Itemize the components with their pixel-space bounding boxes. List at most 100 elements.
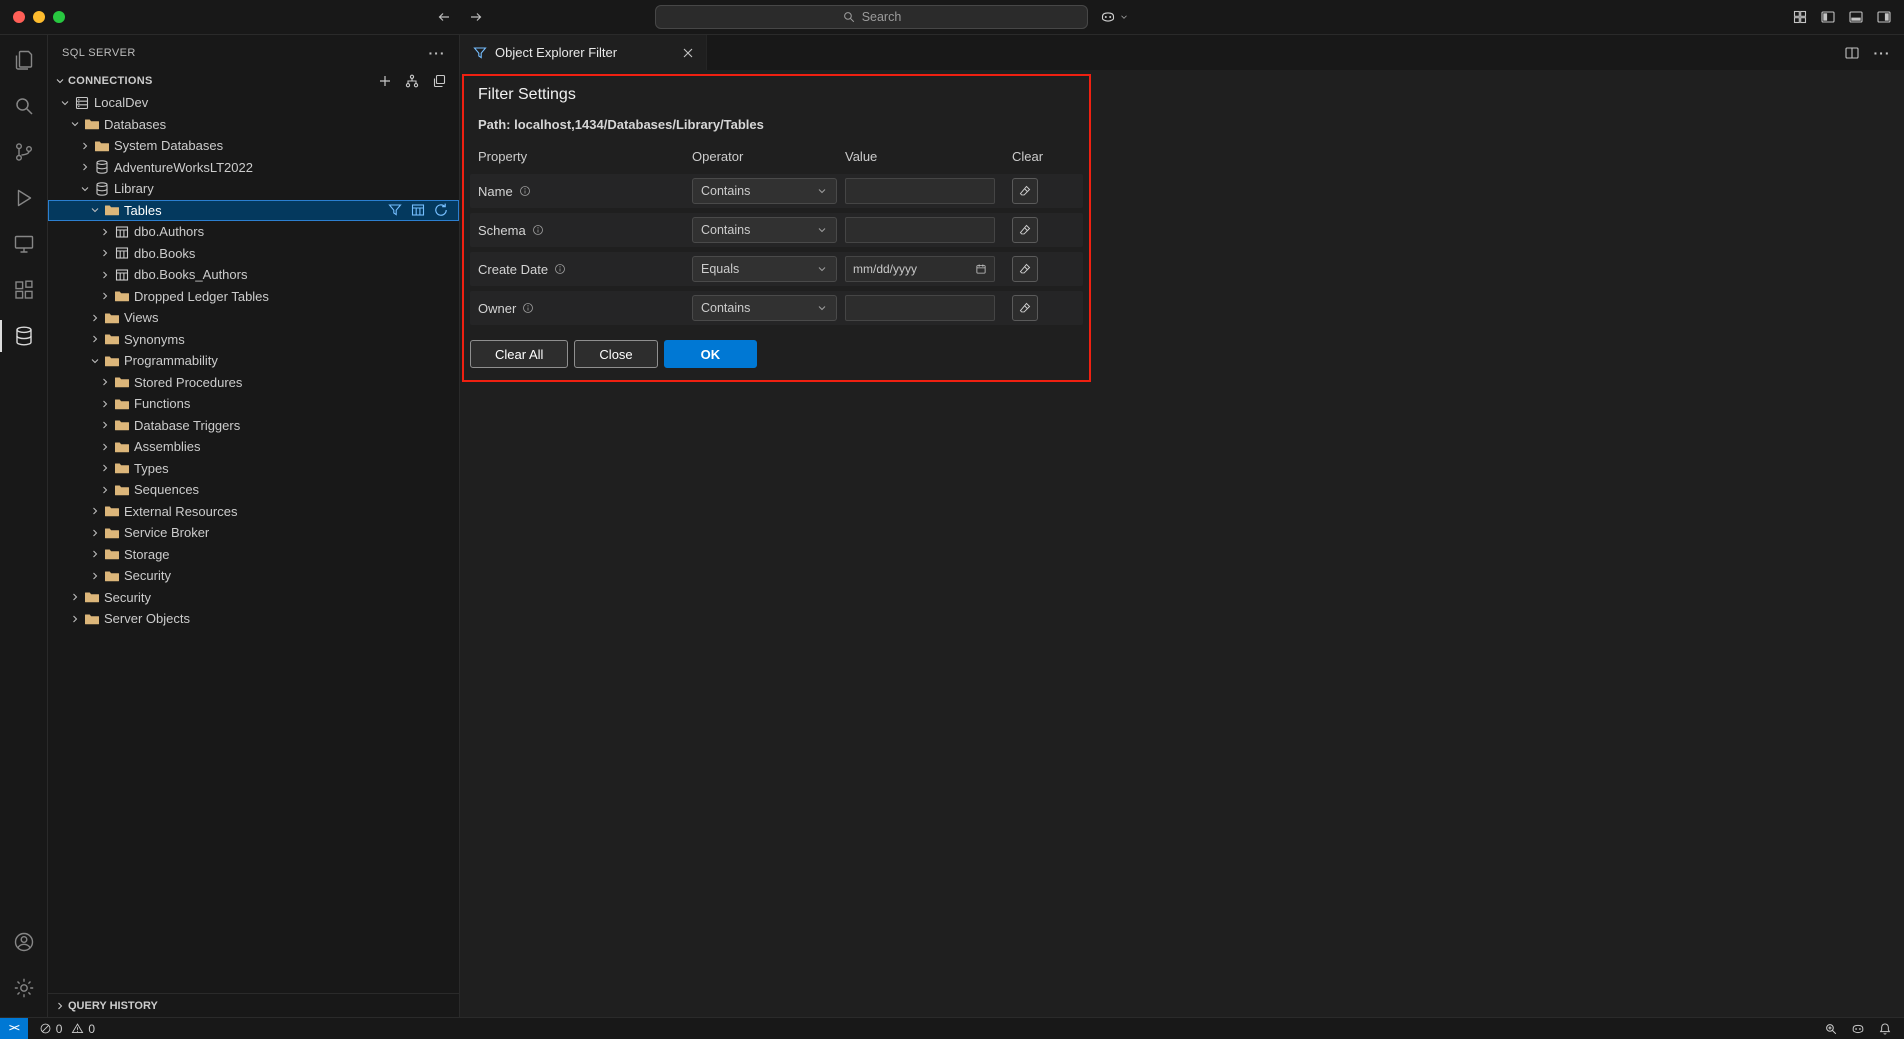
connection-groups-button[interactable]	[404, 73, 420, 89]
filter-active-icon[interactable]	[387, 202, 403, 218]
activity-search[interactable]	[0, 83, 48, 129]
create-date-value-input[interactable]: mm/dd/yyyy	[845, 256, 995, 282]
command-center-search[interactable]: Search	[655, 5, 1088, 29]
chevron-right-icon[interactable]	[98, 398, 112, 410]
chevron-right-icon[interactable]	[88, 505, 102, 517]
chevron-down-icon[interactable]	[68, 118, 82, 130]
chevron-down-icon[interactable]	[88, 204, 102, 216]
tree-item-programmability[interactable]: Programmability	[48, 350, 459, 372]
name-operator-dropdown[interactable]: Contains	[692, 178, 837, 204]
activity-explorer[interactable]	[0, 37, 48, 83]
create-date-clear-button[interactable]	[1012, 256, 1038, 282]
chevron-right-icon[interactable]	[78, 140, 92, 152]
tree-item-adventureworkslt2022[interactable]: AdventureWorksLT2022	[48, 157, 459, 179]
tree-item-assemblies[interactable]: Assemblies	[48, 436, 459, 458]
copilot-status-icon[interactable]	[1851, 1022, 1865, 1036]
tree-item-server-objects[interactable]: Server Objects	[48, 608, 459, 630]
chevron-down-icon[interactable]	[78, 183, 92, 195]
chevron-right-icon[interactable]	[88, 333, 102, 345]
tree-item-library[interactable]: Library	[48, 178, 459, 200]
tree-item-localdev[interactable]: LocalDev	[48, 92, 459, 114]
ok-button[interactable]: OK	[664, 340, 758, 368]
clear-all-button[interactable]: Clear All	[470, 340, 568, 368]
more-actions-button[interactable]: ···	[1874, 45, 1890, 61]
chevron-right-icon[interactable]	[68, 591, 82, 603]
tree-item-service-broker[interactable]: Service Broker	[48, 522, 459, 544]
chevron-right-icon[interactable]	[88, 548, 102, 560]
toggle-panel-left-button[interactable]	[1820, 9, 1836, 25]
tree-item-storage[interactable]: Storage	[48, 544, 459, 566]
chevron-down-icon[interactable]	[88, 355, 102, 367]
tree-item-sequences[interactable]: Sequences	[48, 479, 459, 501]
forward-button[interactable]	[468, 9, 484, 25]
tree-item-synonyms[interactable]: Synonyms	[48, 329, 459, 351]
zoom-icon[interactable]	[1824, 1022, 1838, 1036]
tree-item-dbo-books[interactable]: dbo.Books	[48, 243, 459, 265]
create-date-operator-dropdown[interactable]: Equals	[692, 256, 837, 282]
schema-clear-button[interactable]	[1012, 217, 1038, 243]
tree-item-tables[interactable]: Tables	[48, 200, 459, 222]
owner-value-input[interactable]	[845, 295, 995, 321]
tree-item-dbo-books-authors[interactable]: dbo.Books_Authors	[48, 264, 459, 286]
chevron-right-icon[interactable]	[88, 570, 102, 582]
tree-item-database-triggers[interactable]: Database Triggers	[48, 415, 459, 437]
remote-indicator[interactable]: ><	[0, 1018, 28, 1039]
owner-operator-dropdown[interactable]: Contains	[692, 295, 837, 321]
duplicate-connection-button[interactable]	[431, 73, 447, 89]
toggle-panel-right-button[interactable]	[1876, 9, 1892, 25]
tree-item-types[interactable]: Types	[48, 458, 459, 480]
group-by-schema-icon[interactable]	[410, 202, 426, 218]
sidebar-more-actions-button[interactable]: ···	[429, 45, 445, 61]
close-window-button[interactable]	[13, 11, 25, 23]
chevron-right-icon[interactable]	[98, 269, 112, 281]
tree-item-stored-procedures[interactable]: Stored Procedures	[48, 372, 459, 394]
tree-item-views[interactable]: Views	[48, 307, 459, 329]
connections-section-header[interactable]: CONNECTIONS	[48, 70, 459, 92]
chevron-right-icon[interactable]	[98, 226, 112, 238]
tree-item-security[interactable]: Security	[48, 565, 459, 587]
activity-source-control[interactable]	[0, 129, 48, 175]
refresh-icon[interactable]	[433, 202, 449, 218]
chevron-down-icon[interactable]	[58, 97, 72, 109]
query-history-section[interactable]: QUERY HISTORY	[48, 993, 459, 1017]
owner-clear-button[interactable]	[1012, 295, 1038, 321]
toggle-panel-bottom-button[interactable]	[1848, 9, 1864, 25]
close-tab-icon[interactable]	[680, 45, 696, 61]
chevron-right-icon[interactable]	[88, 312, 102, 324]
tree-item-functions[interactable]: Functions	[48, 393, 459, 415]
chevron-right-icon[interactable]	[98, 462, 112, 474]
chevron-right-icon[interactable]	[78, 161, 92, 173]
chevron-right-icon[interactable]	[68, 613, 82, 625]
back-button[interactable]	[436, 9, 452, 25]
tree-item-databases[interactable]: Databases	[48, 114, 459, 136]
chevron-right-icon[interactable]	[98, 441, 112, 453]
new-connection-button[interactable]	[377, 73, 393, 89]
activity-remote-explorer[interactable]	[0, 221, 48, 267]
notifications-icon[interactable]	[1878, 1022, 1892, 1036]
split-editor-button[interactable]	[1844, 45, 1860, 61]
chevron-right-icon[interactable]	[98, 484, 112, 496]
activity-accounts[interactable]	[0, 919, 48, 965]
chevron-right-icon[interactable]	[98, 376, 112, 388]
problems-status[interactable]: 0 0	[34, 1018, 100, 1039]
tree-item-system-databases[interactable]: System Databases	[48, 135, 459, 157]
copilot-menu[interactable]	[1100, 0, 1129, 34]
tab-object-explorer-filter[interactable]: Object Explorer Filter	[460, 35, 707, 70]
activity-run-and-debug[interactable]	[0, 175, 48, 221]
minimize-window-button[interactable]	[33, 11, 45, 23]
schema-operator-dropdown[interactable]: Contains	[692, 217, 837, 243]
zoom-window-button[interactable]	[53, 11, 65, 23]
tree-item-external-resources[interactable]: External Resources	[48, 501, 459, 523]
chevron-right-icon[interactable]	[98, 290, 112, 302]
activity-sql-server[interactable]	[0, 313, 48, 359]
tree-item-dbo-authors[interactable]: dbo.Authors	[48, 221, 459, 243]
activity-manage-settings[interactable]	[0, 965, 48, 1011]
close-button[interactable]: Close	[574, 340, 657, 368]
chevron-right-icon[interactable]	[88, 527, 102, 539]
chevron-right-icon[interactable]	[98, 247, 112, 259]
tree-item-security[interactable]: Security	[48, 587, 459, 609]
name-clear-button[interactable]	[1012, 178, 1038, 204]
customize-layout-button[interactable]	[1792, 9, 1808, 25]
tree-item-dropped-ledger-tables[interactable]: Dropped Ledger Tables	[48, 286, 459, 308]
schema-value-input[interactable]	[845, 217, 995, 243]
